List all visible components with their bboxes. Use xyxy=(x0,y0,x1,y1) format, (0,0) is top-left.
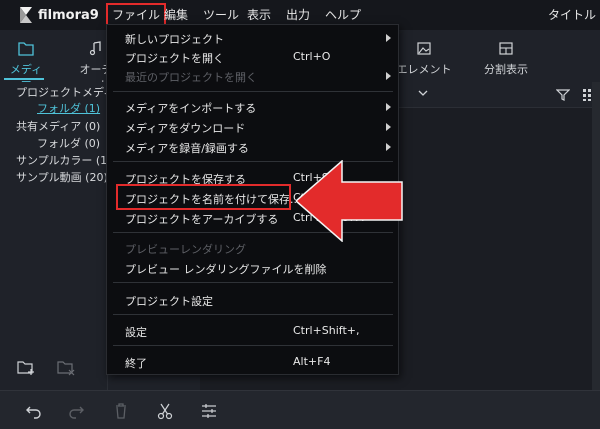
menu-separator xyxy=(113,282,393,283)
tab-split-screen-label: 分割表示 xyxy=(484,63,528,76)
submenu-arrow-icon xyxy=(386,34,391,42)
menu-separator xyxy=(113,345,393,346)
filmora-logo-icon xyxy=(20,7,32,23)
delete-folder-icon[interactable] xyxy=(56,358,76,376)
menu-separator xyxy=(113,91,393,92)
tree-item-shared-media[interactable]: 共有メディア (0) xyxy=(16,118,100,134)
submenu-arrow-icon xyxy=(386,123,391,131)
tree-item-folder-selected[interactable]: フォルダ (1) xyxy=(37,100,100,116)
shortcut-preferences: Ctrl+Shift+, xyxy=(293,324,360,337)
submenu-arrow-icon xyxy=(386,103,391,111)
submenu-arrow-icon xyxy=(386,143,391,151)
menu-separator xyxy=(113,314,393,315)
panel-actions xyxy=(16,358,76,376)
scissors-icon[interactable] xyxy=(155,401,175,421)
folder-icon xyxy=(18,42,34,56)
menu-item-open-project[interactable]: プロジェクトを開く xyxy=(125,50,224,66)
logo-version: 9 xyxy=(89,7,99,23)
tree-item-sample-videos[interactable]: サンプル動画 (20) xyxy=(16,169,108,185)
filter-icon[interactable] xyxy=(556,88,570,102)
menu-item-exit[interactable]: 終了 xyxy=(125,355,147,371)
menu-item-delete-render-files[interactable]: プレビュー レンダリングファイルを削除 xyxy=(125,261,327,277)
undo-icon[interactable] xyxy=(24,401,44,421)
tab-elements[interactable]: エレメント xyxy=(396,40,452,77)
submenu-arrow-icon xyxy=(386,72,391,80)
red-pointer-arrow-icon xyxy=(296,160,403,242)
new-folder-icon[interactable] xyxy=(16,358,36,376)
image-icon xyxy=(417,42,431,55)
menu-item-preferences[interactable]: 設定 xyxy=(125,324,147,340)
timeline-toolbar xyxy=(0,390,600,429)
menu-item-recent-projects[interactable]: 最近のプロジェクトを開く xyxy=(125,69,257,85)
menu-item-archive-project[interactable]: プロジェクトをアーカイブする xyxy=(125,211,278,227)
menu-item-preview-render[interactable]: プレビューレンダリング xyxy=(125,241,246,257)
scrollbar[interactable] xyxy=(592,82,600,390)
menu-item-download-media[interactable]: メディアをダウンロード xyxy=(125,120,245,136)
menu-item-new-project[interactable]: 新しいプロジェクト xyxy=(125,31,224,47)
tree-item-sample-colors[interactable]: サンプルカラー (15) xyxy=(16,152,118,168)
save-as-highlight xyxy=(116,184,291,210)
tab-elements-label: エレメント xyxy=(396,63,452,76)
active-tab-indicator xyxy=(4,78,44,80)
menu-item-project-settings[interactable]: プロジェクト設定 xyxy=(125,293,213,309)
split-screen-icon xyxy=(499,42,513,55)
menu-item-import-media[interactable]: メディアをインポートする xyxy=(125,100,256,116)
tab-split-screen[interactable]: 分割表示 xyxy=(476,40,536,77)
redo-icon[interactable] xyxy=(66,401,86,421)
trash-icon[interactable] xyxy=(111,401,131,421)
tree-item-shared-folder[interactable]: フォルダ (0) xyxy=(37,135,100,151)
logo-name: filmora xyxy=(38,7,90,23)
shortcut-exit: Alt+F4 xyxy=(293,355,331,368)
app-logo: filmora9 xyxy=(18,6,99,24)
chevron-down-icon[interactable] xyxy=(418,89,428,97)
window-title: タイトル xyxy=(547,8,596,22)
media-tree-panel: プロジェクトメディア フォルダ (1) 共有メディア (0) フォルダ (0) … xyxy=(0,82,125,390)
shortcut-open-project: Ctrl+O xyxy=(293,50,331,63)
menu-item-record-media[interactable]: メディアを録音/録画する xyxy=(125,140,249,156)
adjust-icon[interactable] xyxy=(199,401,219,421)
